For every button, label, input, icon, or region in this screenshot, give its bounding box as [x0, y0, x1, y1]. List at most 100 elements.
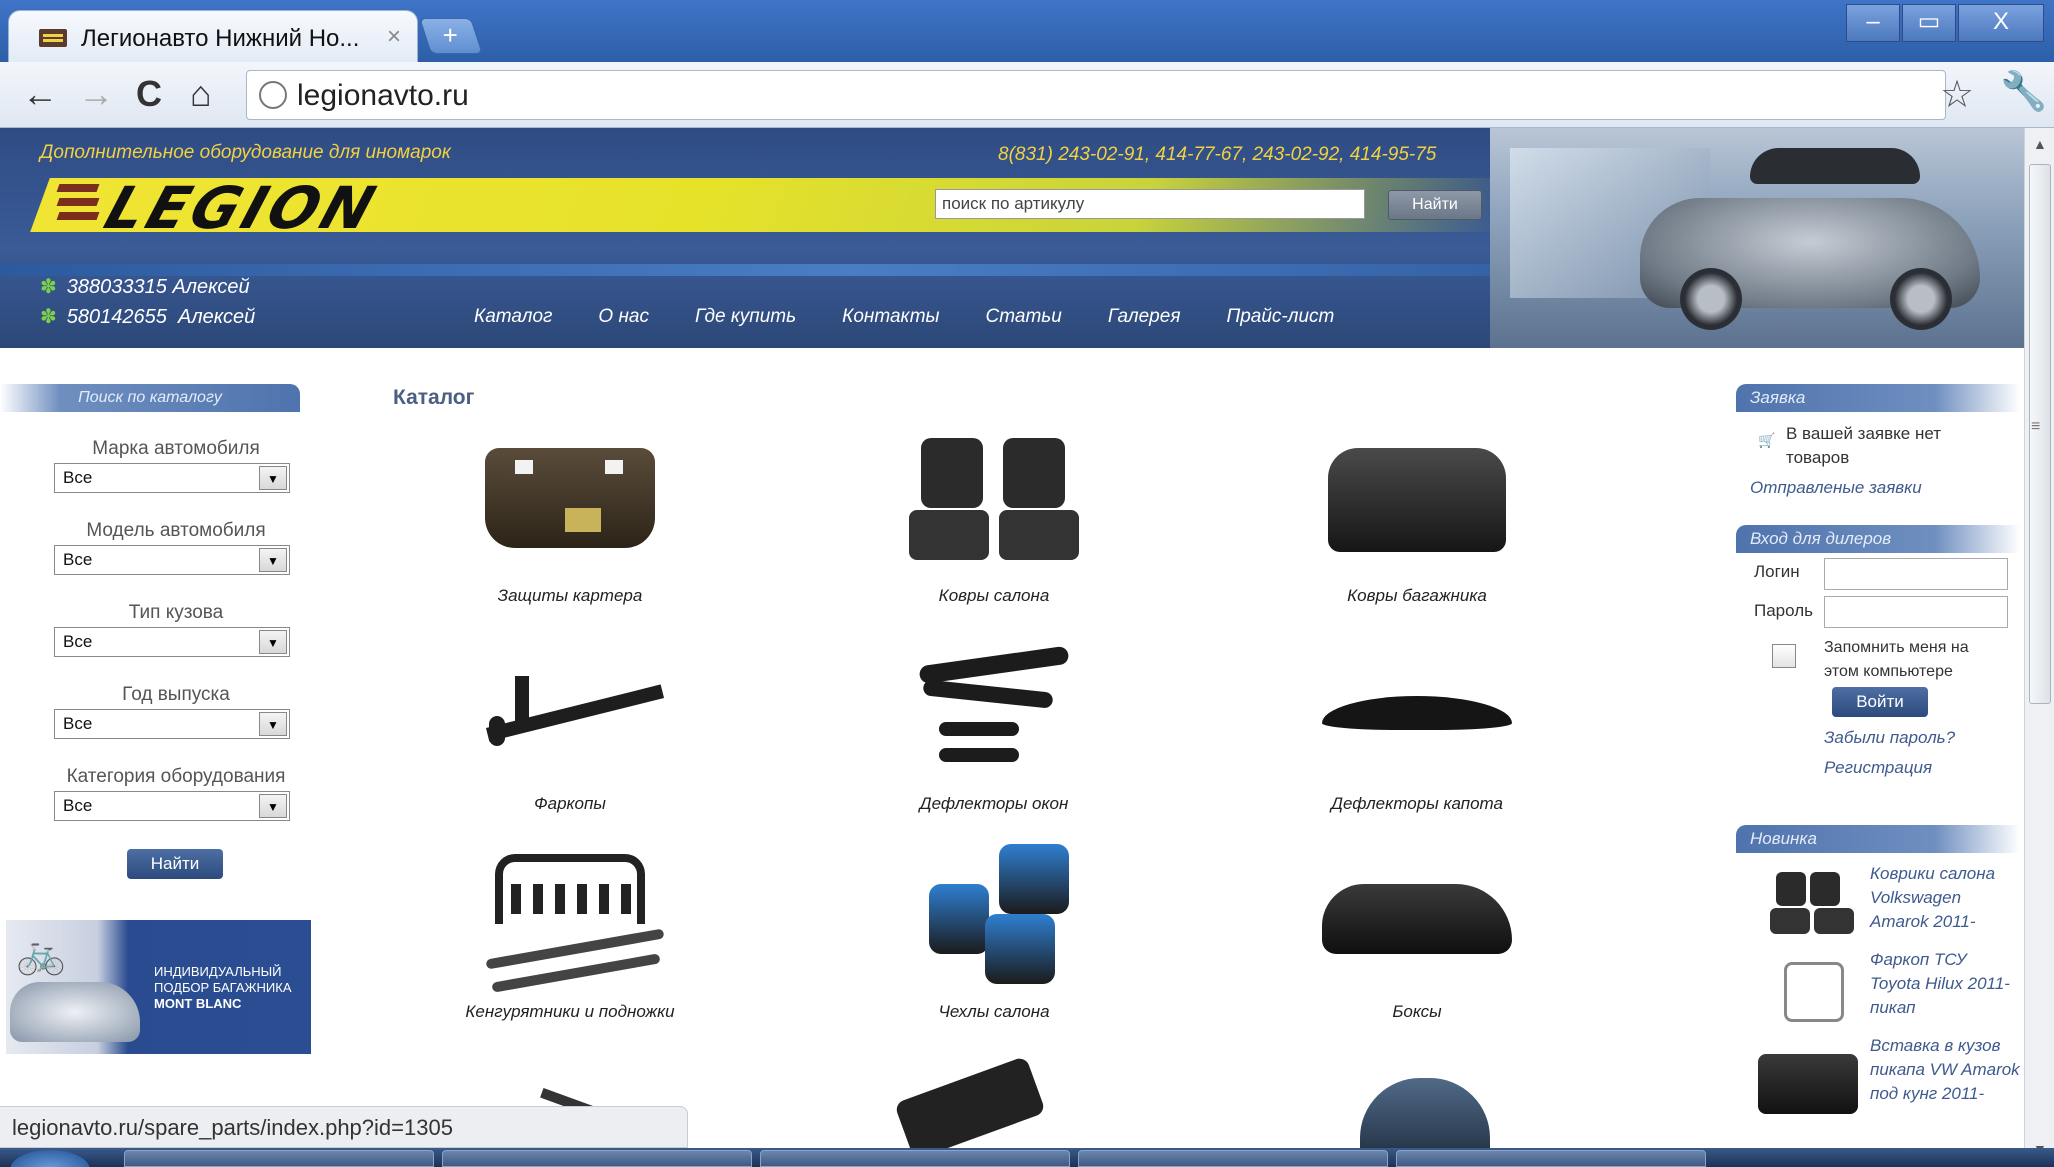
login-button[interactable]: Войти	[1832, 687, 1928, 717]
hood-deflector-icon	[1322, 636, 1512, 786]
banner-text: ИНДИВИДУАЛЬНЫЙ ПОДБОР БАГАЖНИКА MONT BLA…	[154, 964, 292, 1011]
catalog-item-bullbar[interactable]: Кенгурятники и подножки	[390, 844, 750, 1022]
password-field[interactable]	[1824, 596, 2008, 628]
tab-close-icon[interactable]: ×	[387, 23, 401, 51]
catalog-find-button[interactable]: Найти	[127, 849, 223, 879]
catalog-item-towbar[interactable]: Фаркопы	[390, 636, 750, 814]
taskbar-button[interactable]	[442, 1150, 752, 1167]
nav-catalog[interactable]: Каталог	[474, 306, 552, 328]
taskbar-button[interactable]	[760, 1150, 1070, 1167]
catalog-item-trunk-mat[interactable]: Ковры багажника	[1237, 428, 1597, 606]
home-icon[interactable]: ⌂	[190, 74, 212, 114]
back-arrow-icon[interactable]: ←	[22, 74, 58, 114]
new-item[interactable]: Фаркоп ТСУ Toyota Hilux 2011- пикап	[1750, 948, 2020, 1038]
browser-toolbar: ← → C ⌂ legionavto.ru ☆ 🔧	[0, 62, 2054, 128]
chevron-down-icon: ▼	[259, 466, 287, 490]
status-bar: legionavto.ru/spare_parts/index.php?id=1…	[0, 1106, 688, 1148]
filter-label-model: Модель автомобиля	[86, 520, 266, 541]
catalog-item-window-deflectors[interactable]: Дефлекторы окон	[814, 636, 1174, 814]
bookmark-star-icon[interactable]: ☆	[1940, 72, 1974, 117]
os-taskbar	[0, 1148, 2054, 1167]
taskbar-button[interactable]	[1396, 1150, 1706, 1167]
address-bar[interactable]: legionavto.ru	[246, 70, 1946, 120]
remember-label: Запомнить меня на этом компьютере	[1824, 639, 1969, 680]
catalog-item-label: Ковры багажника	[1347, 586, 1487, 605]
catalog-item-crankcase[interactable]: Защиты картера	[390, 428, 750, 606]
filter-label-make: Марка автомобиля	[92, 438, 260, 459]
body-type-select[interactable]: Все ▼	[54, 627, 290, 657]
password-label: Пароль	[1754, 601, 1813, 620]
catalog-item-label: Ковры салона	[938, 586, 1050, 605]
mont-blanc-banner[interactable]: 🚲 ИНДИВИДУАЛЬНЫЙ ПОДБОР БАГАЖНИКА MONT B…	[6, 920, 311, 1054]
sent-orders-link[interactable]: Отправленые заявки	[1750, 478, 1922, 498]
close-window-button[interactable]: X	[1958, 4, 2044, 42]
catalog-item-seat-covers[interactable]: Чехлы салона	[814, 844, 1174, 1022]
article-search-input[interactable]	[935, 189, 1365, 219]
catalog-search-heading: Поиск по каталогу	[0, 384, 300, 412]
reload-icon[interactable]: C	[136, 74, 162, 114]
new-item-image	[1754, 952, 1858, 1032]
address-url: legionavto.ru	[297, 79, 469, 112]
roof-box-icon	[1322, 844, 1512, 994]
browser-titlebar: Легионавто Нижний Но... × + – ▭ X	[0, 0, 2054, 62]
taskbar-button[interactable]	[124, 1150, 434, 1167]
catalog-item-label: Боксы	[1392, 1002, 1442, 1021]
scroll-up-icon: ▲	[2033, 136, 2047, 152]
nav-contacts[interactable]: Контакты	[842, 306, 939, 328]
nav-where-to-buy[interactable]: Где купить	[695, 306, 796, 328]
partial-product-image	[893, 1055, 1047, 1161]
header-car-photo	[1490, 128, 2024, 348]
minimize-button[interactable]: –	[1846, 4, 1900, 42]
login-field[interactable]	[1824, 558, 2008, 590]
make-select[interactable]: Все ▼	[54, 463, 290, 493]
chevron-down-icon: ▼	[259, 630, 287, 654]
banner-car-image	[10, 982, 140, 1042]
chevron-down-icon: ▼	[259, 712, 287, 736]
year-select[interactable]: Все ▼	[54, 709, 290, 739]
catalog-item-label: Защиты картера	[497, 586, 643, 605]
new-item-label: Коврики салона Volkswagen Amarok 2011-	[1870, 864, 1996, 931]
nav-about[interactable]: О нас	[598, 306, 649, 328]
maximize-button[interactable]: ▭	[1902, 4, 1956, 42]
icq-contact: ✽ 580142655 Алексей	[40, 306, 256, 328]
filter-label-body: Тип кузова	[128, 602, 224, 623]
order-heading: Заявка	[1736, 384, 2020, 412]
catalog-item-label: Чехлы салона	[938, 1002, 1050, 1021]
new-item[interactable]: Коврики салона Volkswagen Amarok 2011-	[1750, 862, 2020, 952]
filter-label-category: Категория оборудования	[66, 766, 286, 787]
page-viewport: LEGION Дополнительное оборудование для и…	[0, 128, 2024, 1167]
nav-articles[interactable]: Статьи	[986, 306, 1062, 328]
catalog-item-label: Дефлекторы капота	[1331, 794, 1503, 813]
page-scrollbar[interactable]: ▲ ≡ ▼	[2024, 128, 2054, 1167]
new-item-label: Вставка в кузов пикапа VW Amarok под кун…	[1870, 1036, 2020, 1103]
new-item-label: Фаркоп ТСУ Toyota Hilux 2011- пикап	[1870, 950, 2010, 1017]
forgot-password-link[interactable]: Забыли пароль?	[1824, 728, 1955, 748]
catalog-item-roof-box[interactable]: Боксы	[1237, 844, 1597, 1022]
site-logo[interactable]: LEGION	[97, 174, 387, 242]
taskbar-button[interactable]	[1078, 1150, 1388, 1167]
header-tagline: Дополнительное оборудование для иномарок	[40, 142, 451, 163]
forward-arrow-icon[interactable]: →	[78, 74, 114, 114]
site-header: LEGION Дополнительное оборудование для и…	[0, 128, 2024, 348]
article-search-button[interactable]: Найти	[1388, 190, 1482, 220]
catalog-item-label: Фаркопы	[534, 794, 606, 813]
catalog-item-label: Дефлекторы окон	[919, 794, 1069, 813]
catalog-item-hood-deflector[interactable]: Дефлекторы капота	[1237, 636, 1597, 814]
new-tab-button[interactable]: +	[419, 18, 483, 54]
catalog-item-floor-mats[interactable]: Ковры салона	[814, 428, 1174, 606]
dealer-login-heading: Вход для дилеров	[1736, 525, 2020, 553]
browser-tab[interactable]: Легионавто Нижний Но... ×	[8, 10, 418, 62]
model-select[interactable]: Все ▼	[54, 545, 290, 575]
start-button[interactable]	[10, 1150, 90, 1167]
wrench-menu-icon[interactable]: 🔧	[2000, 70, 2047, 114]
chevron-down-icon: ▼	[259, 794, 287, 818]
new-item[interactable]: Вставка в кузов пикапа VW Amarok под кун…	[1750, 1034, 2020, 1124]
nav-gallery[interactable]: Галерея	[1108, 306, 1181, 328]
nav-price-list[interactable]: Прайс-лист	[1226, 306, 1334, 328]
catalog-item-label: Кенгурятники и подножки	[465, 1002, 675, 1021]
new-item-image	[1754, 866, 1858, 946]
remember-checkbox[interactable]	[1772, 644, 1796, 668]
trunk-mat-icon	[1322, 428, 1512, 578]
category-select[interactable]: Все ▼	[54, 791, 290, 821]
register-link[interactable]: Регистрация	[1824, 758, 1932, 778]
